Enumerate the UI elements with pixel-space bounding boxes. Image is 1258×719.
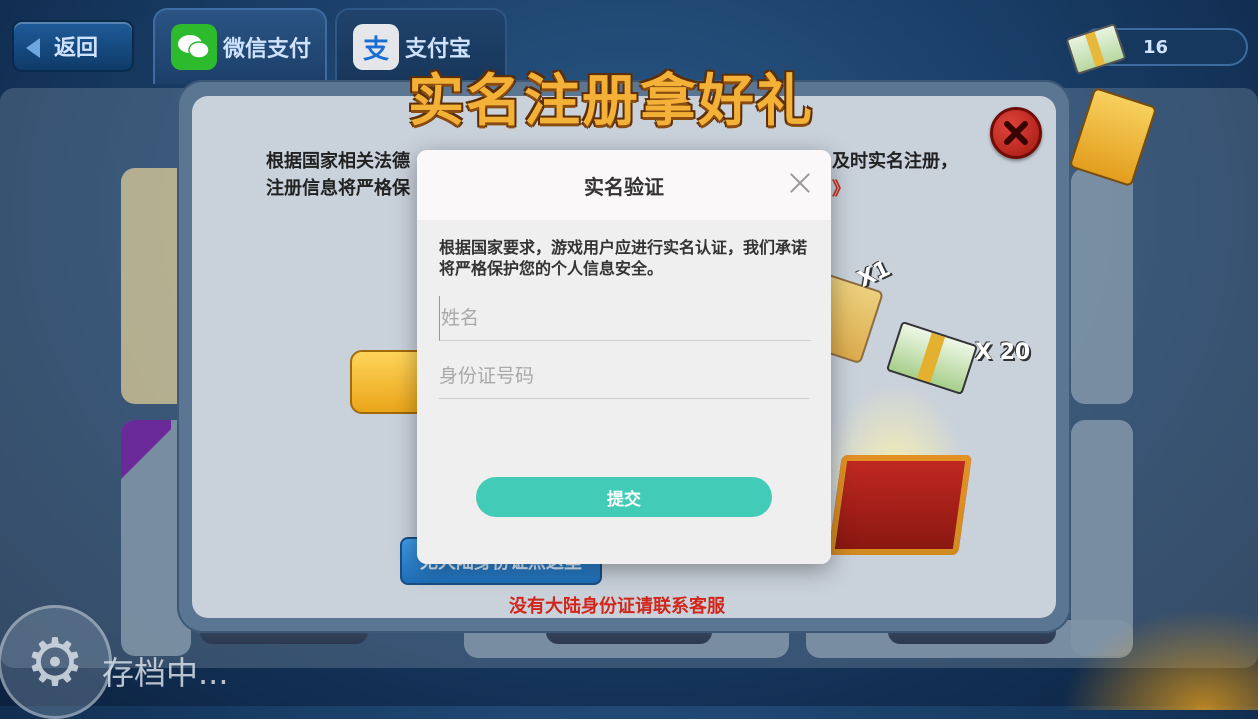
name-input[interactable] bbox=[439, 296, 811, 341]
wechat-icon bbox=[171, 24, 217, 70]
notice-line2-left: 注册信息将严格保 bbox=[266, 178, 410, 199]
gear-icon: ⚙ bbox=[0, 605, 112, 719]
notice-line1-left: 根据国家相关法德 bbox=[266, 151, 410, 172]
currency-count: 16 bbox=[1142, 36, 1168, 58]
reward-cash-multiplier: X 20 bbox=[975, 340, 1031, 365]
shop-card bbox=[1071, 168, 1133, 404]
coral-decoration bbox=[1050, 600, 1258, 710]
modal-title: 实名验证 bbox=[584, 175, 664, 199]
modal-description: 根据国家要求，游戏用户应进行实名认证，我们承诺将严格保护您的个人信息安全。 bbox=[439, 238, 808, 278]
notice-line1-right: 及时实名注册， bbox=[832, 151, 958, 172]
registration-title: 实名注册拿好礼 bbox=[408, 69, 814, 134]
close-icon[interactable] bbox=[788, 171, 812, 195]
submit-button[interactable]: 提交 bbox=[476, 477, 772, 517]
contact-support-text[interactable]: 没有大陆身份证请联系客服 bbox=[509, 592, 725, 618]
saving-status: 存档中... bbox=[102, 654, 229, 692]
cash-icon bbox=[1065, 22, 1127, 76]
close-icon bbox=[1004, 121, 1028, 145]
back-button[interactable]: 返回 bbox=[12, 20, 134, 72]
dialog-close-button[interactable] bbox=[990, 107, 1042, 159]
alipay-icon: 支 bbox=[353, 24, 399, 70]
tab-wechat-pay[interactable]: 微信支付 bbox=[153, 8, 327, 84]
tab-wechat-label: 微信支付 bbox=[223, 37, 312, 62]
gift-box-icon bbox=[827, 455, 973, 555]
notice-link-tail[interactable]: 》 bbox=[832, 175, 850, 201]
back-button-label: 返回 bbox=[54, 36, 99, 61]
id-number-input[interactable] bbox=[439, 354, 809, 399]
verification-modal: 实名验证 根据国家要求，游戏用户应进行实名认证，我们承诺将严格保护您的个人信息安… bbox=[417, 150, 831, 564]
back-arrow-icon bbox=[26, 38, 40, 58]
hot-ribbon bbox=[121, 420, 171, 500]
